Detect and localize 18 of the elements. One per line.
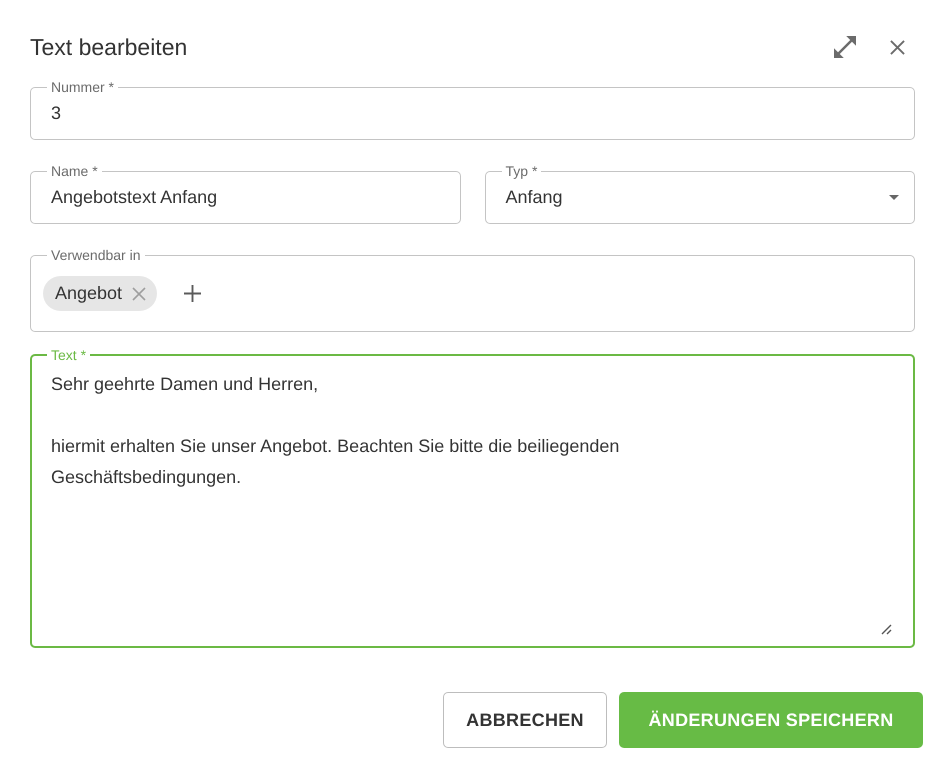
field-label: Typ * [504,162,538,180]
field-label: Name * [50,162,99,180]
field-value: 3 [50,102,62,125]
cancel-button[interactable]: ABBRECHEN [443,692,607,748]
close-icon[interactable] [890,40,905,54]
dialog-title: Text bearbeiten [30,33,188,62]
chip-label: Angebot [55,283,122,304]
caret-icon [889,194,899,200]
field-label: Verwendbar in [50,246,142,264]
text-value: Sehr geehrte Damen und Herren, hiermit erhalten Sie unser Angebot. Beachten Sie bitte die beiliegenden Geschäftsbedingungen. [51,373,620,489]
add-icon[interactable] [184,285,202,302]
field-label: Nummer * [50,78,116,96]
diagonal-arrows-icon[interactable] [834,36,856,58]
chip[interactable]: Angebot [43,276,158,311]
field-value: Anfang [504,186,564,209]
resize-grip-icon[interactable] [881,624,892,635]
field-value: Angebotstext Anfang [50,186,218,209]
field-label: Text * [50,346,88,364]
